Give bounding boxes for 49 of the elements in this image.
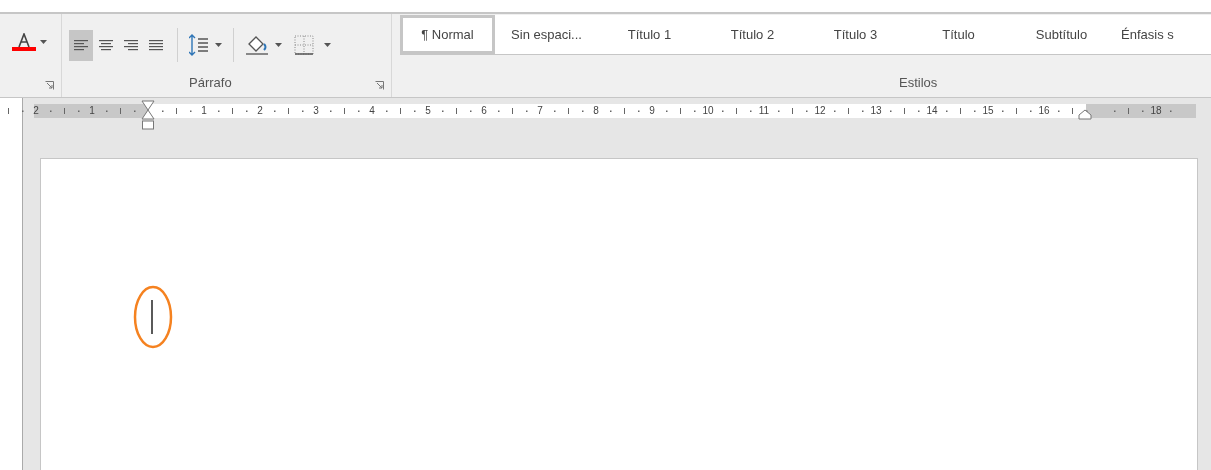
caret-icon <box>275 43 282 47</box>
ruler[interactable] <box>34 104 1196 118</box>
style-option[interactable]: Título <box>907 15 1010 54</box>
ruler-number: 4 <box>369 106 375 116</box>
ruler-number: 2 <box>33 106 39 116</box>
group-label: Párrafo <box>189 73 232 92</box>
style-option[interactable]: Título 3 <box>804 15 907 54</box>
ruler-number: 7 <box>537 106 543 116</box>
style-option[interactable]: Título 2 <box>701 15 804 54</box>
borders-icon <box>294 35 314 55</box>
ruler-number: 15 <box>982 106 994 116</box>
font-color-button[interactable] <box>12 30 47 54</box>
ruler-number: 1 <box>89 106 95 116</box>
font-color-swatch <box>12 47 36 51</box>
style-option[interactable]: Sin espaci... <box>495 15 598 54</box>
ruler-number: 8 <box>593 106 599 116</box>
ruler-number: 6 <box>481 106 487 116</box>
ruler-number: 2 <box>257 106 263 116</box>
indent-marker-icon[interactable] <box>141 100 155 130</box>
caret-icon <box>324 43 331 47</box>
align-icon <box>124 39 138 51</box>
caret-icon <box>215 43 222 47</box>
align-icon <box>74 39 88 51</box>
style-option[interactable]: Título 1 <box>598 15 701 54</box>
ruler-number: 3 <box>313 106 319 116</box>
ruler-number: 11 <box>758 106 770 116</box>
group-label: Estilos <box>899 73 938 92</box>
style-option[interactable]: ¶ Normal <box>400 15 495 54</box>
align-icon <box>149 39 163 51</box>
ruler-number: 16 <box>1038 106 1050 116</box>
ruler-number: 1 <box>201 106 207 116</box>
ruler-number: 12 <box>814 106 826 116</box>
ruler-number: 14 <box>926 106 938 116</box>
style-option[interactable]: Subtítulo <box>1010 15 1113 54</box>
dialog-launcher-icon[interactable] <box>375 81 384 90</box>
ruler-number: 18 <box>1150 106 1162 116</box>
align-button[interactable] <box>69 29 93 61</box>
right-indent-marker-icon[interactable] <box>1078 109 1092 120</box>
paint-bucket-icon <box>245 34 269 56</box>
ruler-number: 9 <box>649 106 655 116</box>
letter-a-icon <box>17 33 31 47</box>
ruler-number: 13 <box>870 106 882 116</box>
line-spacing-icon <box>189 34 209 56</box>
ruler-number: 10 <box>702 106 714 116</box>
dialog-launcher-icon[interactable] <box>45 81 54 90</box>
align-icon <box>99 39 113 51</box>
caret-icon <box>40 40 47 44</box>
style-option[interactable]: Énfasis s <box>1113 15 1177 54</box>
ruler-number: 5 <box>425 106 431 116</box>
